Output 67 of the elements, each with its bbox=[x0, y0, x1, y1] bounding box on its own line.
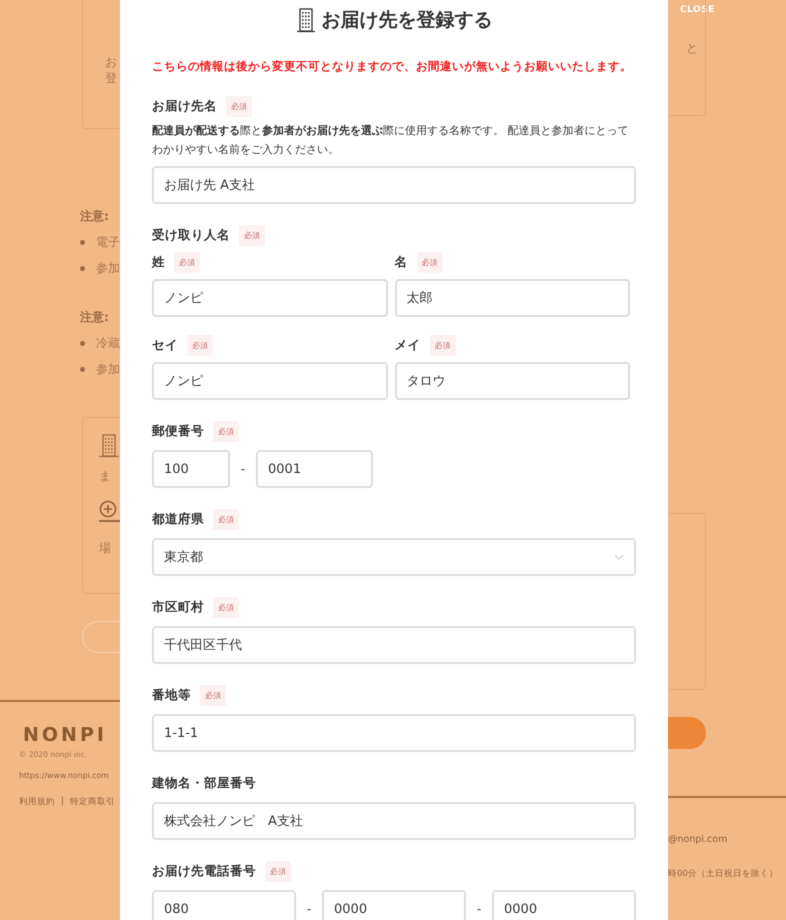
notice-item: 参加 bbox=[96, 260, 120, 276]
add-icon bbox=[99, 500, 117, 518]
input-field[interactable]: 0000 bbox=[322, 890, 466, 920]
field-label: 建物名・部屋番号 bbox=[152, 774, 256, 792]
input-field[interactable]: 株式会社ノンピ A支社 bbox=[152, 802, 636, 840]
input-field[interactable]: 0001 bbox=[256, 450, 373, 488]
field-label: お届け先名 bbox=[152, 98, 217, 114]
required-badge: 必須 bbox=[213, 508, 239, 530]
field-label: 郵便番号 bbox=[152, 422, 204, 440]
notice-heading: 注意: bbox=[80, 208, 110, 225]
bullet-icon bbox=[80, 340, 85, 346]
field-description: 配達員が配送する際と参加者がお届け先を選ぶ際に使用する名称です。 配達員と参加者にとってわかりやすい名前をご入力ください。 bbox=[152, 123, 630, 158]
required-badge: 必須 bbox=[213, 420, 239, 442]
required-badge: 必須 bbox=[416, 252, 442, 272]
dialog-title: お届け先を登録する bbox=[322, 8, 492, 33]
email-text: @nonpi.com bbox=[668, 834, 728, 845]
input-field[interactable]: 100 bbox=[152, 450, 230, 488]
select-field[interactable]: 東京都 bbox=[152, 538, 636, 576]
bullet-icon bbox=[80, 366, 85, 372]
card-text: お bbox=[105, 54, 118, 70]
input-field[interactable]: 1-1-1 bbox=[152, 714, 636, 752]
hours-text: 時00分（土日祝日を除く） bbox=[668, 868, 779, 880]
input-field[interactable]: お届け先 A支社 bbox=[152, 166, 636, 204]
field-label: お届け先電話番号 bbox=[152, 862, 256, 880]
required-badge: 必須 bbox=[430, 334, 456, 356]
field-label: 番地等 bbox=[152, 686, 191, 704]
input-field[interactable]: タロウ bbox=[394, 362, 630, 400]
separator-text: - bbox=[240, 462, 246, 476]
required-badge: 必須 bbox=[239, 224, 265, 246]
field-label: 市区町村 bbox=[152, 598, 204, 616]
input-field[interactable]: ノンピ bbox=[152, 279, 388, 317]
input-field[interactable]: 太郎 bbox=[394, 279, 630, 317]
input-field[interactable]: 080 bbox=[152, 890, 296, 920]
required-badge: 必須 bbox=[226, 96, 252, 116]
separator-text: - bbox=[306, 902, 312, 916]
card-text: と bbox=[686, 40, 699, 56]
required-badge: 必須 bbox=[265, 860, 291, 882]
field-label: メイ bbox=[394, 336, 420, 354]
building-icon bbox=[296, 7, 316, 33]
required-badge: 必須 bbox=[174, 252, 200, 272]
separator-text: | bbox=[61, 796, 64, 808]
card-text: 場 bbox=[99, 540, 112, 556]
card-text: ま bbox=[99, 468, 112, 484]
required-badge: 必須 bbox=[200, 684, 226, 706]
notice-heading: 注意: bbox=[80, 309, 110, 326]
chevron-down-icon bbox=[614, 554, 624, 560]
building-icon bbox=[99, 432, 119, 458]
notice-item: 電子 bbox=[96, 234, 120, 250]
notice-item: 参加 bbox=[96, 361, 120, 377]
field-label: 受け取り人名 bbox=[152, 226, 230, 244]
bullet-icon bbox=[80, 266, 85, 270]
input-field[interactable]: 千代田区千代 bbox=[152, 626, 636, 664]
logo: NONPI bbox=[23, 724, 108, 746]
field-label: セイ bbox=[152, 336, 178, 354]
notice-item: 冷蔵 bbox=[96, 335, 120, 351]
separator-text: - bbox=[476, 902, 482, 916]
action-button[interactable] bbox=[668, 717, 706, 749]
card-text: 登 bbox=[105, 70, 118, 86]
field-label: 名 bbox=[394, 254, 408, 270]
warning-text: こちらの情報は後から変更不可となりますので、お間違いが無いようお願いいたします。 bbox=[152, 58, 633, 74]
field-label: 都道府県 bbox=[152, 510, 204, 528]
input-field[interactable]: ノンピ bbox=[152, 362, 388, 400]
bullet-icon bbox=[80, 240, 85, 244]
input-field[interactable]: 0000 bbox=[492, 890, 636, 920]
required-badge: 必須 bbox=[187, 334, 213, 356]
field-label: 姓 bbox=[152, 254, 165, 270]
required-badge: 必須 bbox=[213, 596, 239, 618]
